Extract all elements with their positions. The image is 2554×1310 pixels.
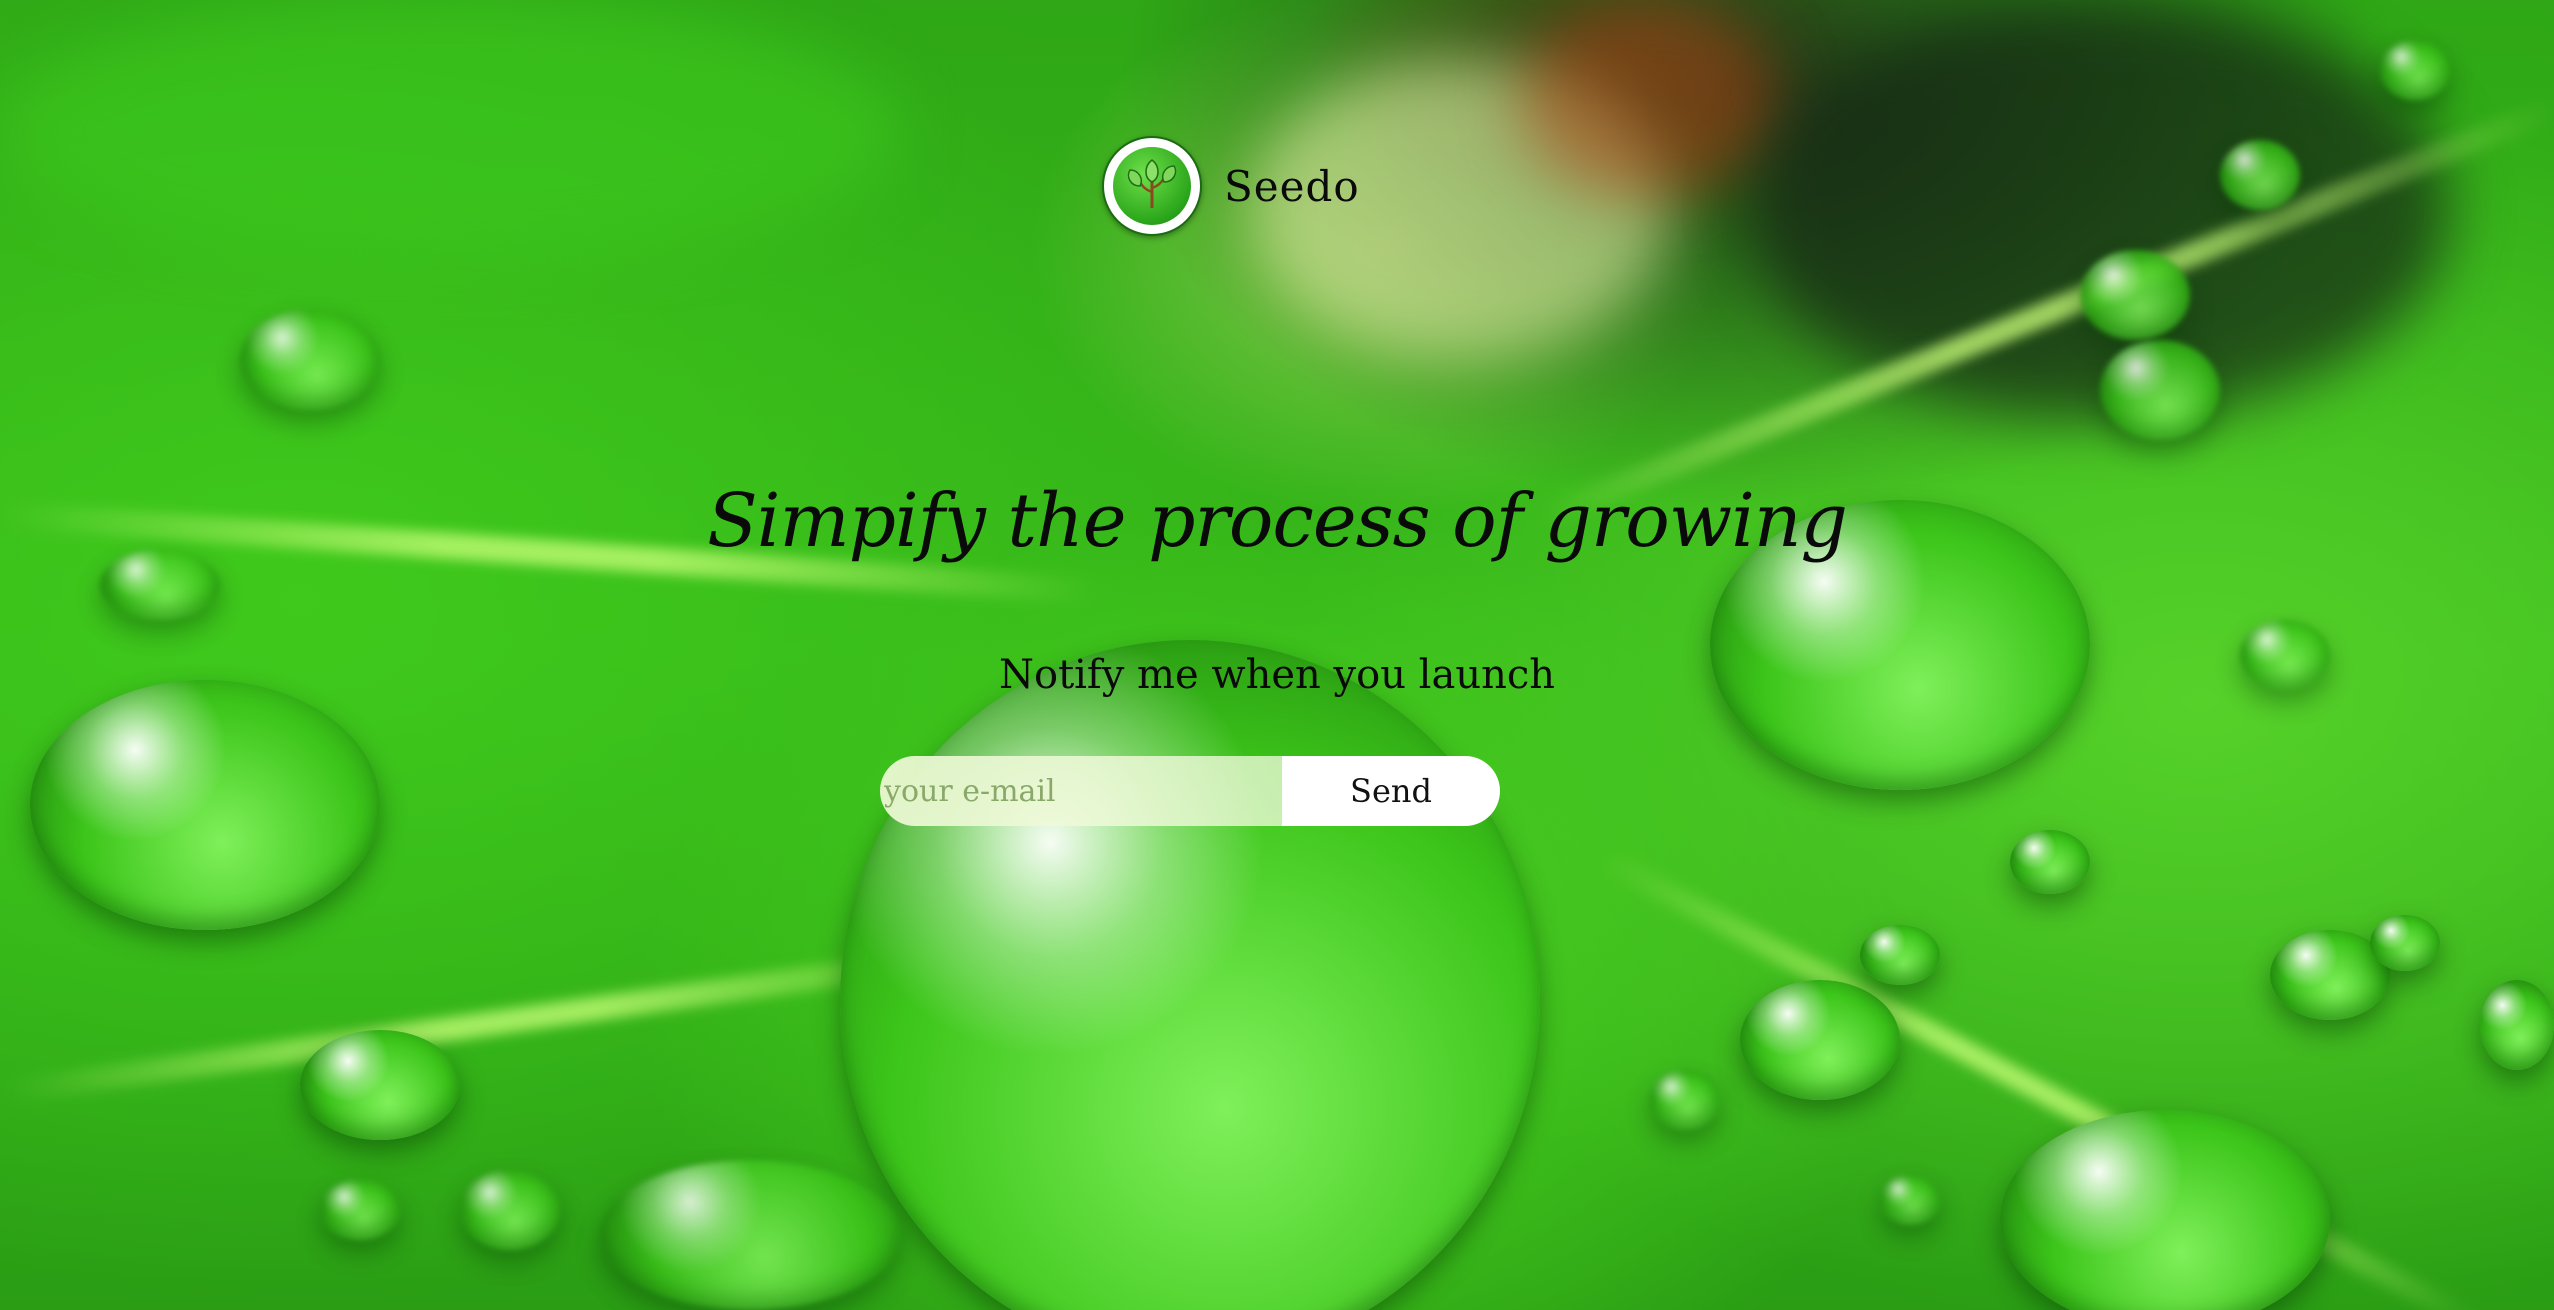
hero-subline: Notify me when you launch	[998, 652, 1555, 698]
hero-headline: Simpify the process of growing	[707, 478, 1848, 564]
seedling-icon	[1113, 147, 1191, 225]
logo[interactable]	[1102, 136, 1202, 236]
signup-form: Send	[880, 756, 1500, 826]
send-button[interactable]: Send	[1282, 756, 1500, 826]
brand-name: Seedo	[1224, 161, 1360, 211]
email-input[interactable]	[880, 756, 1282, 826]
page-content: Seedo Simpify the process of growing Not…	[0, 0, 2554, 1310]
brand[interactable]: Seedo	[1102, 136, 1360, 236]
